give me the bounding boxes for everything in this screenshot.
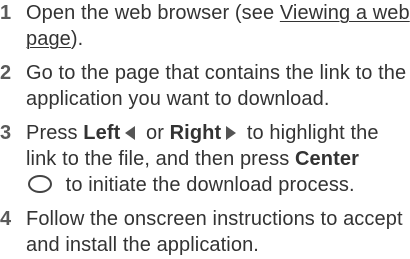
right-key-label: Right <box>169 122 222 144</box>
step-4: 4 Follow the onscreen instructions to ac… <box>0 206 410 258</box>
right-arrow-icon <box>226 126 237 140</box>
step-number: 4 <box>0 208 12 230</box>
instruction-steps: 1 Open the web browser (see Viewing a we… <box>0 0 410 258</box>
center-key-label: Center <box>295 148 359 170</box>
step-2: 2 Go to the page that contains the link … <box>0 60 410 112</box>
step-number: 2 <box>0 62 12 84</box>
left-arrow-icon <box>125 126 136 140</box>
step-number: 3 <box>0 122 12 144</box>
step-number: 1 <box>0 2 12 24</box>
step-2-text: Go to the page that contains the link to… <box>26 62 407 110</box>
step-text: Open the web browser (see Viewing a web … <box>26 2 410 50</box>
left-key-label: Left <box>83 122 121 144</box>
step-1-text-after: ). <box>70 28 84 50</box>
step-3: 3 Press Left or Right to highlight the l… <box>0 120 410 198</box>
step-3-text-1: Press <box>26 122 84 144</box>
step-3-text-4: to initiate the download process. <box>60 174 355 196</box>
center-button-icon <box>28 175 52 193</box>
step-3-text-2: or <box>140 122 170 144</box>
step-1-text-before: Open the web browser (see <box>26 2 280 24</box>
step-1: 1 Open the web browser (see Viewing a we… <box>0 0 410 52</box>
step-4-text: Follow the onscreen instructions to acce… <box>26 208 403 256</box>
step-text: Press Left or Right to highlight the lin… <box>26 122 379 196</box>
